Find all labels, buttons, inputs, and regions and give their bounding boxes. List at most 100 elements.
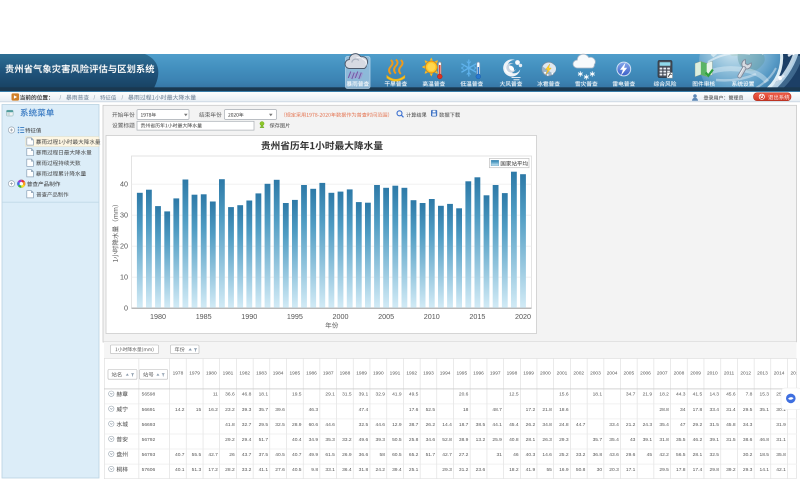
svg-text:1997: 1997 xyxy=(490,371,501,377)
svg-text:12.9: 12.9 xyxy=(392,422,402,428)
svg-text:56793: 56793 xyxy=(142,452,156,458)
svg-text:56598: 56598 xyxy=(142,392,156,398)
svg-text:51.7: 51.7 xyxy=(426,452,436,458)
svg-text:41.5: 41.5 xyxy=(693,392,703,398)
svg-text:2015: 2015 xyxy=(469,312,485,321)
svg-text:1999: 1999 xyxy=(523,371,534,377)
svg-text:23.6: 23.6 xyxy=(476,467,486,473)
svg-text:14.3: 14.3 xyxy=(709,392,719,398)
svg-text:38.7: 38.7 xyxy=(409,422,419,428)
svg-text:28.1: 28.1 xyxy=(526,437,536,443)
svg-text:15.6: 15.6 xyxy=(559,392,569,398)
svg-text:46.3: 46.3 xyxy=(309,407,319,413)
svg-text:27.6: 27.6 xyxy=(275,467,285,473)
svg-text:1985: 1985 xyxy=(196,312,212,321)
svg-text:1998: 1998 xyxy=(507,371,518,377)
svg-text:23.2: 23.2 xyxy=(225,407,235,413)
svg-text:17.4: 17.4 xyxy=(693,467,703,473)
svg-text:1994: 1994 xyxy=(440,371,451,377)
svg-text:29.3: 29.3 xyxy=(442,467,452,473)
svg-text:16.2: 16.2 xyxy=(208,407,218,413)
svg-text:56.5: 56.5 xyxy=(676,452,686,458)
svg-text:1990: 1990 xyxy=(241,312,257,321)
svg-text:34.6: 34.6 xyxy=(426,437,436,443)
svg-text:2013: 2013 xyxy=(757,371,768,377)
svg-text:29.3: 29.3 xyxy=(743,467,753,473)
svg-text:39.3: 39.3 xyxy=(242,407,252,413)
svg-text:1985: 1985 xyxy=(289,371,300,377)
svg-text:21.8: 21.8 xyxy=(542,407,552,413)
svg-text:2000: 2000 xyxy=(540,371,551,377)
svg-text:56693: 56693 xyxy=(142,422,156,428)
svg-text:29.3: 29.3 xyxy=(559,437,569,443)
svg-text:43: 43 xyxy=(630,437,636,443)
svg-text:2000: 2000 xyxy=(333,312,349,321)
svg-text:31.2: 31.2 xyxy=(459,467,469,473)
svg-text:2003: 2003 xyxy=(590,371,601,377)
svg-text:1986: 1986 xyxy=(306,371,317,377)
svg-text:55.5: 55.5 xyxy=(192,452,202,458)
svg-text:38.6: 38.6 xyxy=(743,437,753,443)
svg-text:43.6: 43.6 xyxy=(609,452,619,458)
svg-text:41.9: 41.9 xyxy=(392,392,402,398)
svg-text:41.8: 41.8 xyxy=(225,422,235,428)
svg-text:60.6: 60.6 xyxy=(309,422,319,428)
svg-text:47: 47 xyxy=(680,422,686,428)
svg-text:44.6: 44.6 xyxy=(325,422,335,428)
svg-text:19.5: 19.5 xyxy=(292,392,302,398)
svg-text:36.6: 36.6 xyxy=(225,392,235,398)
svg-text:35.8: 35.8 xyxy=(776,452,786,458)
svg-text:18.2: 18.2 xyxy=(509,467,519,473)
svg-text:55: 55 xyxy=(546,467,552,473)
svg-text:31.9: 31.9 xyxy=(776,422,786,428)
svg-text:33.2: 33.2 xyxy=(242,467,252,473)
svg-text:29.8: 29.8 xyxy=(709,467,719,473)
svg-text:39.4: 39.4 xyxy=(392,467,402,473)
svg-text:11: 11 xyxy=(213,392,218,398)
svg-text:42.7: 42.7 xyxy=(442,452,452,458)
svg-text:33.4: 33.4 xyxy=(609,422,619,428)
svg-text:39.1: 39.1 xyxy=(359,392,369,398)
svg-text:1984: 1984 xyxy=(273,371,284,377)
svg-text:40.8: 40.8 xyxy=(509,437,519,443)
svg-text:0: 0 xyxy=(124,303,128,312)
svg-text:1988: 1988 xyxy=(340,371,351,377)
svg-text:31.5: 31.5 xyxy=(726,437,736,443)
svg-text:1980: 1980 xyxy=(206,371,217,377)
svg-text:29.1: 29.1 xyxy=(325,392,335,398)
svg-text:17.2: 17.2 xyxy=(526,407,536,413)
svg-text:33.2: 33.2 xyxy=(576,452,586,458)
svg-text:7.8: 7.8 xyxy=(746,392,753,398)
svg-text:30: 30 xyxy=(597,467,603,473)
svg-text:35.3: 35.3 xyxy=(325,437,335,443)
svg-text:21.9: 21.9 xyxy=(643,392,653,398)
svg-text:1987: 1987 xyxy=(323,371,334,377)
svg-text:40.7: 40.7 xyxy=(175,452,185,458)
svg-text:44.3: 44.3 xyxy=(676,392,686,398)
svg-text:24.3: 24.3 xyxy=(643,422,653,428)
svg-text:28.2: 28.2 xyxy=(225,467,235,473)
svg-text:1979: 1979 xyxy=(189,371,200,377)
svg-text:1995: 1995 xyxy=(456,371,467,377)
svg-text:39.2: 39.2 xyxy=(726,467,736,473)
svg-text:48.7: 48.7 xyxy=(492,407,502,413)
svg-text:10: 10 xyxy=(120,272,128,281)
svg-text:29.4: 29.4 xyxy=(242,437,252,443)
svg-text:13.2: 13.2 xyxy=(476,437,486,443)
svg-text:49.5: 49.5 xyxy=(409,392,419,398)
svg-text:41.1: 41.1 xyxy=(259,467,269,473)
svg-text:38.5: 38.5 xyxy=(476,422,486,428)
svg-text:29.5: 29.5 xyxy=(743,407,753,413)
svg-text:26.3: 26.3 xyxy=(542,437,552,443)
svg-text:42.7: 42.7 xyxy=(208,452,218,458)
svg-text:47.4: 47.4 xyxy=(359,407,369,413)
svg-text:1981: 1981 xyxy=(223,371,234,377)
svg-text:20: 20 xyxy=(120,241,128,250)
svg-text:29.6: 29.6 xyxy=(626,452,636,458)
svg-text:1983: 1983 xyxy=(256,371,267,377)
svg-text:29.2: 29.2 xyxy=(693,422,703,428)
svg-text:2001: 2001 xyxy=(557,371,568,377)
svg-text:17.8: 17.8 xyxy=(693,407,703,413)
svg-text:33.1: 33.1 xyxy=(325,467,335,473)
svg-text:35.4: 35.4 xyxy=(659,422,669,428)
